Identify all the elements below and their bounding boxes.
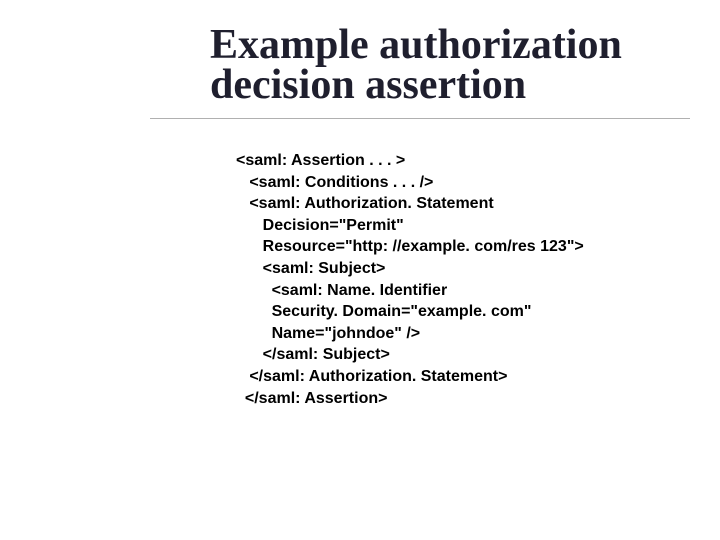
code-line: </saml: Assertion> (236, 390, 387, 407)
code-line: Decision="Permit" (236, 217, 404, 234)
code-line: </saml: Authorization. Statement> (236, 368, 507, 385)
title-line-2: decision assertion (210, 62, 526, 108)
code-line: Name="johndoe" /> (236, 325, 420, 342)
code-line: <saml: Assertion . . . > (236, 152, 405, 169)
code-line: Resource="http: //example. com/res 123"> (236, 238, 584, 255)
code-line: <saml: Subject> (236, 260, 385, 277)
title-underline (150, 118, 690, 119)
slide: Example authorization decision assertion… (0, 0, 720, 540)
code-line: <saml: Authorization. Statement (236, 195, 494, 212)
code-line: Security. Domain="example. com" (236, 303, 531, 320)
slide-title: Example authorization decision assertion (210, 26, 680, 106)
code-line: </saml: Subject> (236, 346, 390, 363)
code-line: <saml: Conditions . . . /> (236, 174, 433, 191)
code-line: <saml: Name. Identifier (236, 282, 447, 299)
code-block: <saml: Assertion . . . > <saml: Conditio… (236, 150, 686, 409)
